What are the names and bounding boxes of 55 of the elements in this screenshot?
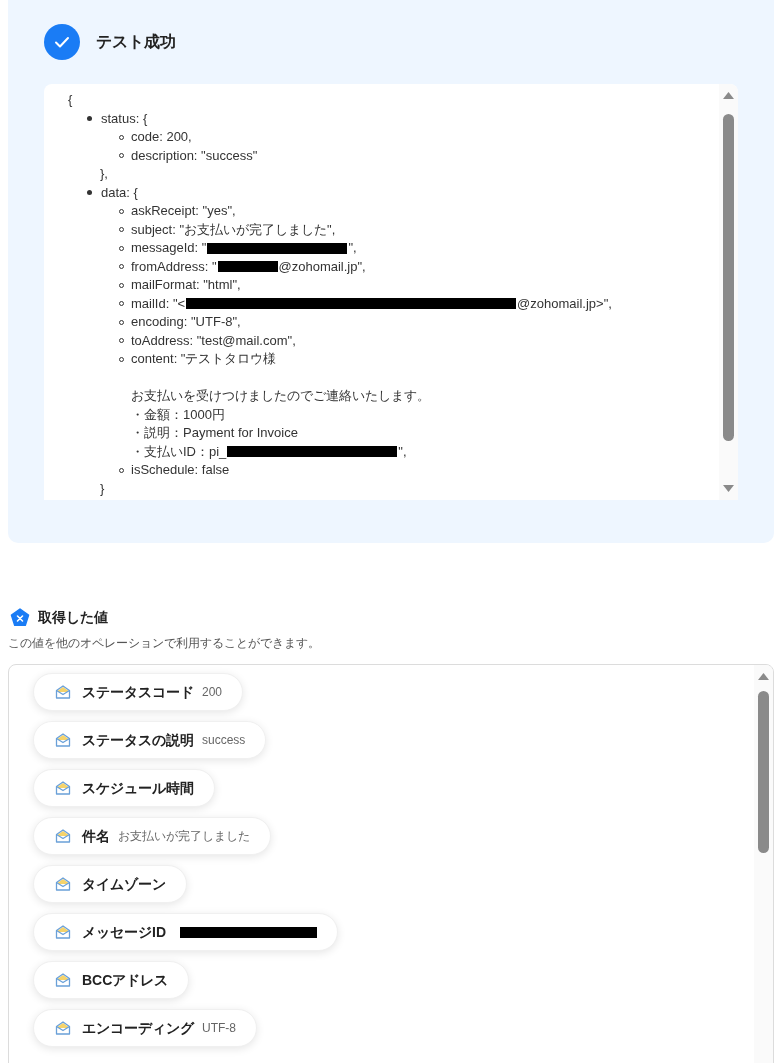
output-chip[interactable]: ステータスコード 200 [33,673,244,711]
code-text: @zohomail.jp>", [517,294,612,313]
envelope-icon [55,972,71,988]
scrollbar[interactable] [719,84,738,500]
code-text: } [100,479,106,498]
code-text: toAddress: "test@mail.com", [131,331,296,350]
code-text: description: "success" [131,146,258,165]
code-text: subject: "お支払いが完了しました", [131,220,336,239]
output-chip[interactable]: エンコーディング UTF-8 [33,1009,257,1047]
envelope-icon [55,876,71,892]
envelope-icon [55,924,71,940]
scrollbar-thumb[interactable] [758,691,769,853]
section-description: この値を他のオペレーションで利用することができます。 [8,635,321,652]
output-chip[interactable]: 件名 お支払いが完了しました [33,817,271,855]
output-chip[interactable]: ステータスの説明 success [33,721,267,759]
code-text: code: 200, [131,128,192,146]
checkmark-icon [44,24,80,60]
code-text: ", [348,239,357,257]
scroll-up-icon[interactable] [723,92,734,99]
code-text: mailId: "< [131,294,186,313]
code-text: isSchedule: false [131,461,230,479]
envelope-icon [55,684,71,700]
envelope-icon [55,732,71,748]
bullet-icon [87,190,92,196]
code-text: ・支払いID：pi_ [131,442,227,461]
code-text: askReceipt: "yes", [131,202,236,220]
code-text: encoding: "UTF-8", [131,313,241,331]
envelope-icon [55,828,71,844]
scroll-down-icon[interactable] [723,485,734,492]
code-text: ・説明：Payment for Invoice [131,424,298,442]
x-badge-icon [10,607,30,628]
scrollbar-thumb[interactable] [723,114,734,441]
envelope-icon [55,780,71,796]
output-chip[interactable]: メッセージID [33,913,338,951]
section-title: 取得した値 [38,608,108,627]
code-text: fromAddress: " [131,257,217,276]
code-text: content: "テストタロウ様 [131,350,277,368]
output-chip[interactable]: タイムゾーン [33,865,187,903]
code-text: @zohomail.jp", [278,257,366,276]
code-text: mailFormat: "html", [131,276,241,294]
code-text: ", [398,442,407,461]
scroll-up-icon[interactable] [758,673,769,680]
output-chip[interactable]: スケジュール時間 [33,769,215,807]
code-text: ・金額：1000円 [131,405,225,424]
code-text: { [68,91,74,109]
bullet-icon [87,116,92,122]
scrollbar[interactable] [754,665,773,1063]
code-text: status: { [101,109,148,128]
output-chip[interactable]: BCCアドレス [33,961,190,999]
code-text: data: { [101,183,138,202]
code-text: messageId: " [131,239,207,257]
result-title: テスト成功 [96,32,176,52]
code-text: お支払いを受けつけましたのでご連絡いたします。 [131,387,430,405]
envelope-icon [55,1020,71,1036]
code-text: }, [100,165,109,183]
